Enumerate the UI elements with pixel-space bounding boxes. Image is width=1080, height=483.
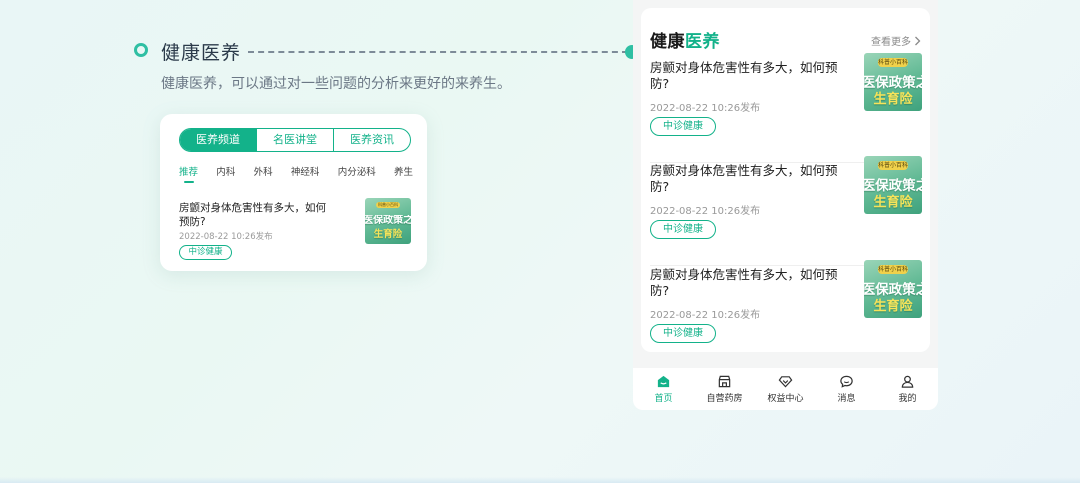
article-title[interactable]: 房颤对身体危害性有多大，如何预防? xyxy=(650,267,840,299)
bottom-strip xyxy=(0,477,1080,483)
tab-label: 首页 xyxy=(654,394,673,404)
category-recommend[interactable]: 推荐 xyxy=(179,164,198,183)
article-date: 2022-08-22 10:26发布 xyxy=(650,206,761,217)
list-item[interactable]: 房颤对身体危害性有多大，如何预防? 2022-08-22 10:26发布 中诊健… xyxy=(641,53,930,163)
thumb-sub-text: 生育险 xyxy=(873,298,913,314)
tab-label: 消息 xyxy=(837,394,856,404)
article-date: 2022-08-22 10:26发布 xyxy=(650,310,761,321)
feed-title: 健康医养 xyxy=(650,27,720,52)
thumb-main-text: 医保政策之 xyxy=(864,178,922,195)
tab-benefits[interactable]: 权益中心 xyxy=(755,368,816,410)
thumb-badge: 科普小百科 xyxy=(877,264,909,274)
tab-famous-doctor-lecture[interactable]: 名医讲堂 xyxy=(256,129,333,151)
health-feed-card: 健康医养 查看更多 房颤对身体危害性有多大，如何预防? 2022-08-22 1… xyxy=(641,8,930,352)
mini-category-bar: 推荐 内科 外科 神经科 内分泌科 养生 xyxy=(179,164,413,183)
category-wellness[interactable]: 养生 xyxy=(394,164,413,178)
thumb-main-text: 医保政策之 xyxy=(864,282,922,299)
tab-label: 我的 xyxy=(898,394,917,404)
mini-preview-card: 医养频道 名医讲堂 医养资讯 推荐 内科 外科 神经科 内分泌科 养生 房颤对身… xyxy=(160,114,427,271)
section-description: 健康医养，可以通过对一些问题的分析来更好的来养生。 xyxy=(161,76,511,92)
mini-article-title[interactable]: 房颤对身体危害性有多大，如何预防? xyxy=(179,201,329,229)
thumb-sub-text: 生育险 xyxy=(373,228,403,240)
list-item[interactable]: 房颤对身体危害性有多大，如何预防? 2022-08-22 10:26发布 中诊健… xyxy=(641,260,930,370)
mini-article-source-tag[interactable]: 中诊健康 xyxy=(179,245,232,260)
feed-title-part2: 医养 xyxy=(685,32,720,52)
section-connector-line xyxy=(248,51,628,53)
view-more-link[interactable]: 查看更多 xyxy=(871,33,921,48)
mini-article-thumbnail[interactable]: 科普小百科 医保政策之 生育险 xyxy=(365,198,411,244)
category-endocrinology[interactable]: 内分泌科 xyxy=(338,164,376,178)
article-thumbnail[interactable]: 科普小百科 医保政策之 生育险 xyxy=(864,53,922,111)
thumb-main-text: 医保政策之 xyxy=(365,215,411,227)
article-source-tag[interactable]: 中诊健康 xyxy=(650,117,716,136)
feed-title-part1: 健康 xyxy=(650,32,685,52)
category-surgery[interactable]: 外科 xyxy=(254,164,273,178)
mini-article-date: 2022-08-22 10:26发布 xyxy=(179,232,273,242)
thumb-badge: 科普小百科 xyxy=(376,201,400,208)
section-ring-icon xyxy=(134,43,148,57)
tab-medical-news[interactable]: 医养资讯 xyxy=(333,129,410,151)
tab-home[interactable]: 首页 xyxy=(633,368,694,410)
section-title: 健康医养 xyxy=(161,42,242,64)
article-title[interactable]: 房颤对身体危害性有多大，如何预防? xyxy=(650,163,840,195)
category-neurology[interactable]: 神经科 xyxy=(291,164,320,178)
category-internal-medicine[interactable]: 内科 xyxy=(216,164,235,178)
mini-channel-tabs: 医养频道 名医讲堂 医养资讯 xyxy=(179,128,411,152)
bottom-tab-bar: 首页 自营药房 权益中心 消息 我的 xyxy=(633,368,938,410)
article-thumbnail[interactable]: 科普小百科 医保政策之 生育险 xyxy=(864,156,922,214)
thumb-badge: 科普小百科 xyxy=(877,57,909,67)
phone-screen: 健康医养 查看更多 房颤对身体危害性有多大，如何预防? 2022-08-22 1… xyxy=(633,0,938,410)
view-more-label: 查看更多 xyxy=(871,37,911,48)
tab-messages[interactable]: 消息 xyxy=(816,368,877,410)
thumb-sub-text: 生育险 xyxy=(873,91,913,107)
tab-profile[interactable]: 我的 xyxy=(877,368,938,410)
article-source-tag[interactable]: 中诊健康 xyxy=(650,324,716,343)
article-source-tag[interactable]: 中诊健康 xyxy=(650,220,716,239)
thumb-sub-text: 生育险 xyxy=(873,194,913,210)
article-title[interactable]: 房颤对身体危害性有多大，如何预防? xyxy=(650,60,840,92)
tab-label: 权益中心 xyxy=(767,394,804,404)
tab-label: 自营药房 xyxy=(706,394,743,404)
tab-medical-channel[interactable]: 医养频道 xyxy=(180,129,256,151)
list-item[interactable]: 房颤对身体危害性有多大，如何预防? 2022-08-22 10:26发布 中诊健… xyxy=(641,156,930,266)
pharmacy-store-icon xyxy=(718,375,731,388)
tab-pharmacy[interactable]: 自营药房 xyxy=(694,368,755,410)
article-date: 2022-08-22 10:26发布 xyxy=(650,103,761,114)
thumb-main-text: 医保政策之 xyxy=(864,75,922,92)
chevron-right-icon xyxy=(915,36,921,45)
home-icon xyxy=(657,375,670,388)
thumb-badge: 科普小百科 xyxy=(877,160,909,170)
message-bubble-icon xyxy=(840,375,853,388)
diamond-heart-icon xyxy=(778,376,793,388)
article-thumbnail[interactable]: 科普小百科 医保政策之 生育险 xyxy=(864,260,922,318)
user-icon xyxy=(901,375,914,388)
